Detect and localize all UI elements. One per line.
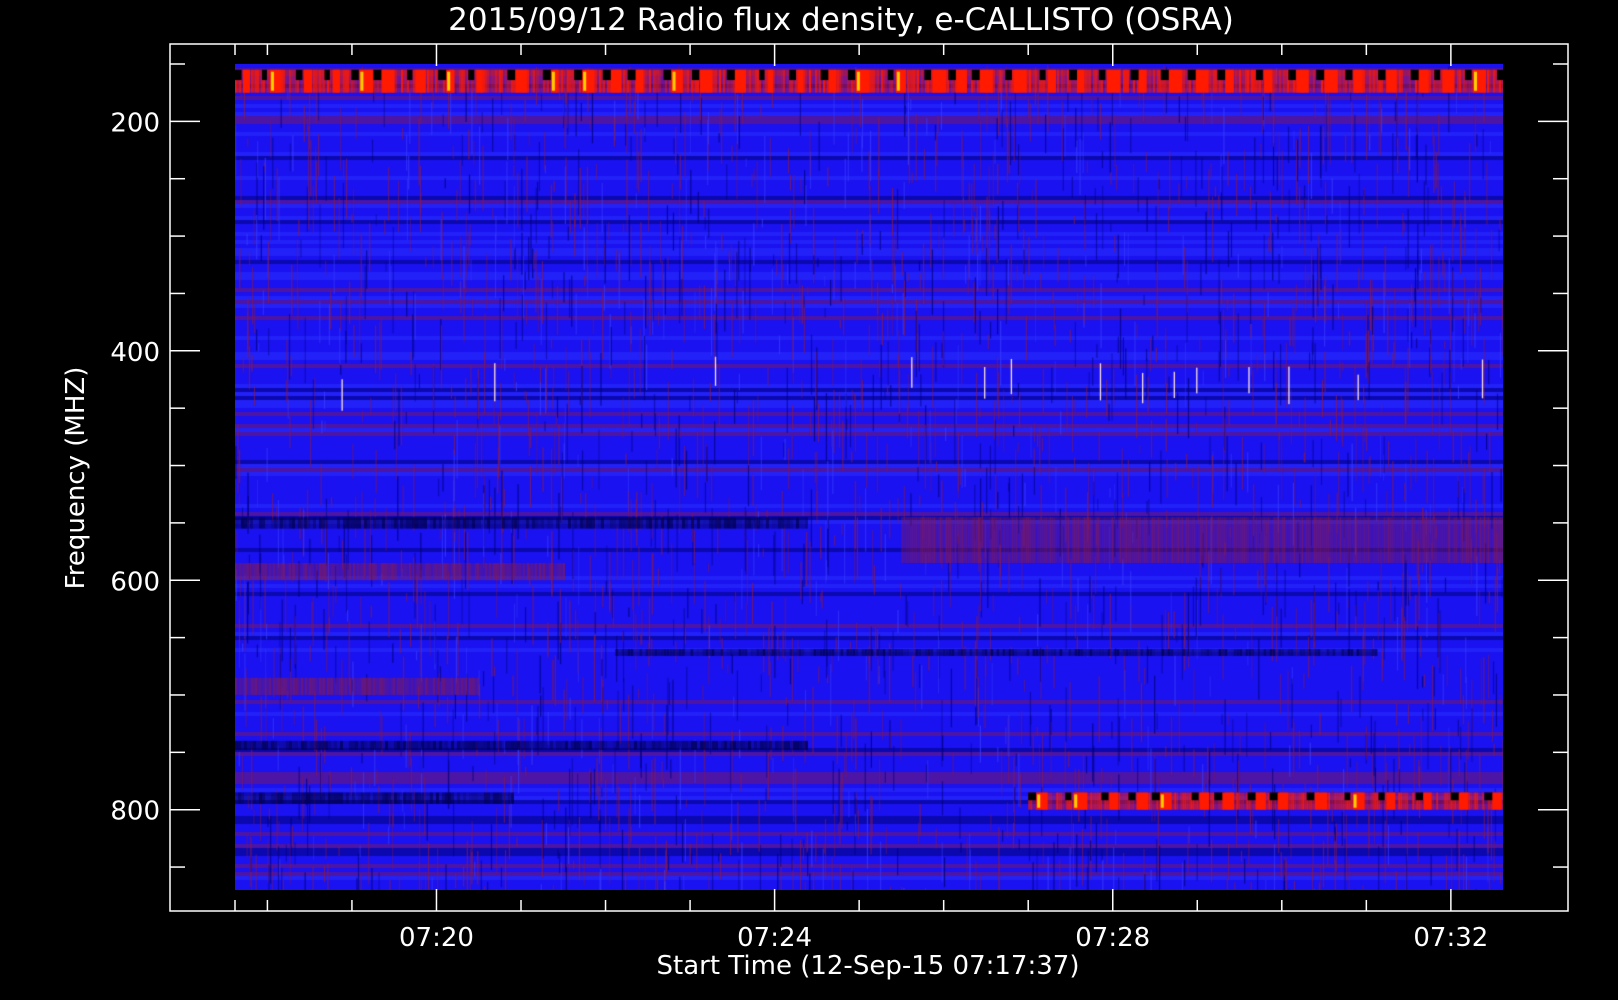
y-tick-label: 400	[110, 338, 160, 368]
y-tick-label: 600	[110, 567, 160, 597]
chart-title: 2015/09/12 Radio flux density, e-CALLIST…	[448, 2, 1234, 38]
y-tick-label: 200	[110, 108, 160, 138]
spectrogram-image	[235, 64, 1503, 890]
x-axis-label: Start Time (12-Sep-15 07:17:37)	[657, 951, 1080, 981]
x-tick-label: 07:28	[1075, 923, 1150, 953]
y-tick-label: 800	[110, 797, 160, 827]
spectrogram-chart: 2015/09/12 Radio flux density, e-CALLIST…	[0, 0, 1618, 1000]
y-axis-label: Frequency (MHZ)	[61, 367, 91, 590]
x-tick-label: 07:20	[399, 923, 474, 953]
spectrogram-heatmap	[235, 64, 1503, 890]
x-tick-label: 07:32	[1413, 923, 1488, 953]
x-tick-label: 07:24	[737, 923, 812, 953]
